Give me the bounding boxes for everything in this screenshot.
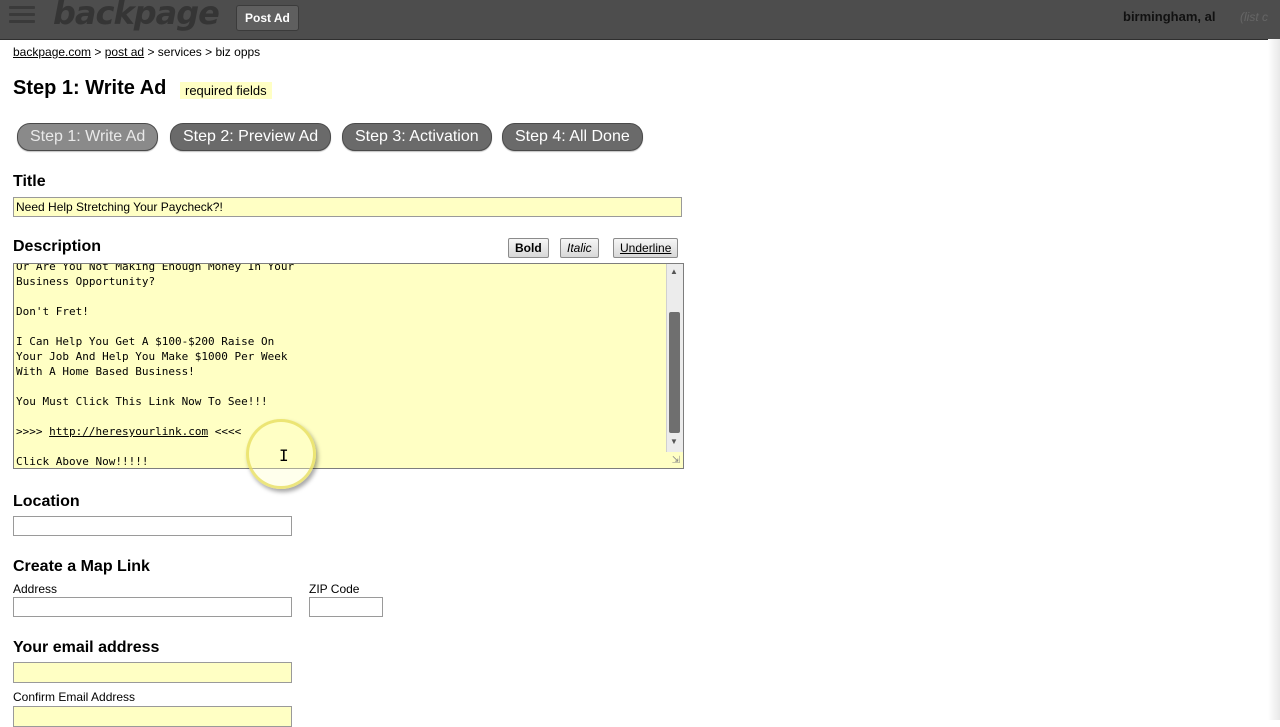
backpage-logo[interactable]: backpage (53, 0, 220, 32)
confirm-email-input[interactable] (13, 706, 292, 727)
address-label: Address (13, 582, 58, 596)
zip-code-label: ZIP Code (309, 582, 360, 596)
required-fields-note: required fields (180, 82, 272, 99)
menu-icon[interactable] (9, 6, 35, 28)
post-ad-button[interactable]: Post Ad (236, 5, 299, 31)
breadcrumb-home-link[interactable]: backpage.com (13, 45, 91, 59)
description-textarea[interactable]: Or Are You Not Making Enough Money In Yo… (13, 263, 684, 469)
description-scrollbar[interactable]: ▲ ▼ (666, 264, 683, 452)
step-4-all-done[interactable]: Step 4: All Done (502, 123, 643, 151)
description-link[interactable]: http://heresyourlink.com (49, 425, 208, 438)
email-label: Your email address (13, 639, 160, 656)
city-list-link[interactable]: (list c (1240, 10, 1268, 24)
breadcrumb-trail: > services > biz opps (144, 45, 261, 59)
breadcrumb-post-ad-link[interactable]: post ad (105, 45, 144, 59)
scroll-down-icon[interactable]: ▼ (670, 437, 678, 446)
title-input[interactable] (13, 197, 682, 217)
scrollbar-thumb[interactable] (669, 312, 680, 433)
confirm-email-label: Confirm Email Address (13, 690, 136, 704)
location-input[interactable] (13, 516, 292, 536)
top-bar: backpage Post Ad birmingham, al (list c (0, 0, 1280, 40)
breadcrumb-separator: > (91, 45, 105, 59)
address-input[interactable] (13, 597, 292, 617)
map-link-label: Create a Map Link (13, 558, 150, 575)
zip-code-input[interactable] (309, 597, 383, 617)
step-2-preview-ad[interactable]: Step 2: Preview Ad (170, 123, 332, 151)
page-edge-shadow (1268, 39, 1280, 720)
title-label: Title (13, 173, 46, 190)
italic-button[interactable]: Italic (560, 238, 599, 258)
current-city: birmingham, al (1123, 9, 1216, 24)
scroll-up-icon[interactable]: ▲ (670, 267, 678, 276)
text-cursor-icon: I (279, 446, 289, 465)
step-3-activation[interactable]: Step 3: Activation (342, 123, 492, 151)
location-label: Location (13, 493, 80, 510)
email-input[interactable] (13, 662, 292, 683)
resize-grip-icon[interactable]: ⇲ (670, 455, 682, 467)
underline-button[interactable]: Underline (613, 238, 679, 258)
page-title: Step 1: Write Ad (13, 77, 167, 99)
step-1-write-ad[interactable]: Step 1: Write Ad (17, 123, 159, 151)
breadcrumb: backpage.com > post ad > services > biz … (13, 45, 260, 59)
description-label: Description (13, 238, 102, 255)
bold-button[interactable]: Bold (508, 238, 549, 258)
